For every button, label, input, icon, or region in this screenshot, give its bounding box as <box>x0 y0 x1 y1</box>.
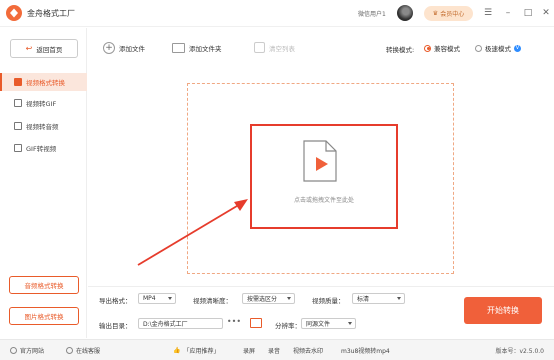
title-bar: 金舟格式工厂 微信用户1 ♛ 会员中心 ☰ – □ ✕ <box>0 0 554 27</box>
chevron-down-icon <box>287 297 291 300</box>
back-home-label: 返回首页 <box>36 45 63 54</box>
start-convert-button[interactable]: 开始转换 <box>464 297 542 324</box>
clarity-label: 视频清晰度： <box>193 297 232 305</box>
folder-plus-icon <box>172 42 185 53</box>
fast-mode-radio[interactable]: 极速模式 V <box>475 43 521 53</box>
open-folder-icon[interactable] <box>250 318 262 328</box>
browse-button[interactable]: ••• <box>225 318 243 329</box>
sidebar-item-gif-to-video[interactable]: GIF转视频 <box>0 139 87 157</box>
thumbs-up-icon: 👍 <box>173 347 181 354</box>
user-name[interactable]: 微信用户1 <box>358 9 386 18</box>
version-label: 版本号： <box>495 348 520 355</box>
quality-select[interactable]: 标清 <box>352 293 405 304</box>
version-value: v2.5.0.0 <box>519 348 544 355</box>
radio-dot <box>475 44 482 52</box>
clear-list-button[interactable]: 清空列表 <box>254 39 295 56</box>
plus-circle-icon: + <box>103 41 115 54</box>
vip-center-button[interactable]: ♛ 会员中心 <box>424 6 473 21</box>
music-icon <box>14 122 22 130</box>
globe-icon <box>10 347 17 354</box>
clear-list-label: 清空列表 <box>269 44 295 53</box>
gif-icon <box>14 144 22 152</box>
footer-link-record-audio[interactable]: 录音 <box>268 346 280 355</box>
add-file-button[interactable]: + 添加文件 <box>103 39 145 56</box>
export-format-select[interactable]: MP4 <box>138 293 176 304</box>
footer-link-remove-watermark[interactable]: 视频去水印 <box>293 346 323 355</box>
support-link[interactable]: 在线客服 <box>66 346 100 355</box>
export-format-label: 导出格式： <box>99 297 132 305</box>
video-convert-icon <box>14 78 22 86</box>
resolution-label: 分辨率： <box>275 322 301 330</box>
output-dir-field[interactable]: D:\金舟格式工厂 <box>138 318 223 329</box>
image-icon <box>14 99 22 107</box>
sidebar-item-video-format-convert[interactable]: 视频格式转换 <box>0 73 87 91</box>
resolution-value: 同源文件 <box>306 321 331 328</box>
back-home-button[interactable]: ↩ 返回首页 <box>10 39 78 58</box>
chevron-down-icon <box>168 297 172 300</box>
convert-mode-label: 转换模式: <box>386 46 415 54</box>
close-icon[interactable]: ✕ <box>540 7 552 19</box>
app-title: 金舟格式工厂 <box>27 9 75 18</box>
sidebar-item-label: 视频格式转换 <box>26 79 65 87</box>
add-file-label: 添加文件 <box>119 44 145 53</box>
audio-format-convert-button[interactable]: 音频格式转换 <box>9 276 79 294</box>
resolution-select[interactable]: 同源文件 <box>301 318 356 329</box>
footer-link-record-screen[interactable]: 录屏 <box>243 346 255 355</box>
fast-mode-label: 极速模式 <box>485 45 511 53</box>
compatible-mode-radio[interactable]: 兼容模式 <box>424 43 460 53</box>
footer-link-m3u8-to-mp4[interactable]: m3u8视频转mp4 <box>341 346 390 355</box>
clear-icon <box>254 42 265 53</box>
quality-value: 标清 <box>357 296 370 303</box>
avatar[interactable] <box>397 5 413 21</box>
menu-icon[interactable]: ☰ <box>482 7 494 19</box>
video-file-icon <box>303 140 337 182</box>
annotation-arrow <box>137 199 248 266</box>
website-label: 官方网站 <box>20 348 45 355</box>
drop-zone-hint: 点击或拖拽文件至此处 <box>293 197 354 204</box>
crown-icon: ♛ <box>432 10 439 17</box>
vip-center-label: 会员中心 <box>440 11 465 18</box>
minimize-icon[interactable]: – <box>502 7 514 19</box>
sidebar: ↩ 返回首页 视频格式转换 视频转GIF 视频转音频 GIF转视频 音频格式转换… <box>0 28 87 338</box>
add-folder-button[interactable]: 添加文件夹 <box>172 39 222 56</box>
add-folder-label: 添加文件夹 <box>189 44 222 53</box>
sidebar-item-label: 视频转GIF <box>26 100 57 108</box>
sidebar-item-label: 视频转音频 <box>26 123 59 131</box>
export-format-value: MP4 <box>143 295 156 302</box>
footer: 官方网站 在线客服 👍 「应用推荐」 录屏 录音 视频去水印 m3u8视频转mp… <box>0 339 554 360</box>
chevron-down-icon <box>348 322 352 325</box>
quality-label: 视频质量： <box>312 297 345 305</box>
back-arrow-icon: ↩ <box>25 44 33 53</box>
app-logo-icon <box>6 5 22 21</box>
output-dir-value: D:\金舟格式工厂 <box>143 321 188 328</box>
output-dir-label: 输出目录： <box>99 322 132 330</box>
website-link[interactable]: 官方网站 <box>10 346 44 355</box>
sidebar-item-video-to-audio[interactable]: 视频转音频 <box>0 117 87 135</box>
vip-badge: V <box>514 44 521 52</box>
sidebar-item-video-to-gif[interactable]: 视频转GIF <box>0 94 87 112</box>
image-format-convert-button[interactable]: 图片格式转换 <box>9 307 79 325</box>
chevron-down-icon <box>397 297 401 300</box>
recommend-link[interactable]: 👍 「应用推荐」 <box>173 346 220 355</box>
maximize-icon[interactable]: □ <box>522 7 534 19</box>
recommend-label: 「应用推荐」 <box>183 348 220 355</box>
support-label: 在线客服 <box>76 348 101 355</box>
version-info: 版本号：v2.5.0.0 <box>495 346 544 355</box>
compatible-mode-label: 兼容模式 <box>434 45 460 53</box>
clarity-value: 按需选区分 <box>247 296 278 303</box>
clarity-select[interactable]: 按需选区分 <box>242 293 295 304</box>
headset-icon <box>66 347 73 354</box>
sidebar-item-label: GIF转视频 <box>26 145 57 153</box>
radio-dot <box>424 44 431 52</box>
